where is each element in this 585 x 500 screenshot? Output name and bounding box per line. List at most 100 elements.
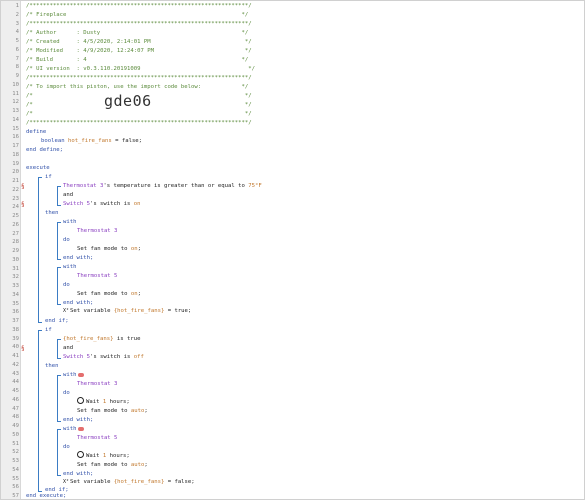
action-set-variable[interactable]: X²Set variable {hot_fire_fans} = true; — [63, 307, 580, 316]
end-with-keyword: end with; — [63, 255, 94, 261]
define-keyword: define — [26, 129, 47, 135]
line-number: 54 — [12, 466, 19, 473]
condition-text: 's switch is — [89, 354, 134, 360]
then-keyword: then — [45, 210, 59, 216]
device-switch-5: Switch 5 — [63, 201, 90, 207]
line-number: 13 — [12, 108, 19, 114]
variable-ref: {hot_fire_fans} — [113, 308, 165, 314]
if-block-bracket — [38, 177, 42, 323]
with-label: with — [63, 372, 77, 378]
line-number: 38 — [12, 326, 19, 333]
line-number: 40 — [12, 344, 19, 351]
do-keyword: do — [63, 282, 70, 288]
action-set-fan-mode[interactable]: Set fan mode to on; — [77, 290, 580, 299]
line-number: 33 — [12, 283, 19, 289]
line-number: 6 — [15, 46, 19, 53]
with-keyword[interactable]: with — [63, 263, 580, 272]
line-number: 48 — [12, 414, 19, 421]
line-number: 29 — [12, 248, 19, 254]
action-value: on — [130, 291, 138, 297]
action-value: = false; — [164, 479, 195, 485]
action-terminator: ; — [137, 291, 142, 297]
with-keyword[interactable]: with — [63, 425, 580, 434]
line-number-gutter: 1 2 3 4 5 6 7 8 9 10 11 12 13 14 15 16 17 18 19 20 21 22 23 24 2… — [1, 1, 21, 499]
condition-bracket — [57, 186, 61, 206]
device-thermostat-3: Thermostat 3 — [63, 183, 104, 189]
line-number: 17 — [12, 143, 19, 149]
device-switch-5: Switch 5 — [63, 354, 90, 360]
action-set-fan-mode[interactable]: Set fan mode to on; — [77, 245, 580, 254]
line-number: 3 — [15, 20, 19, 27]
line-number: 28 — [12, 239, 19, 246]
with-block-bracket — [57, 429, 61, 476]
line-number: 52 — [12, 449, 19, 456]
operator-and[interactable]: and — [63, 191, 580, 200]
line-number: 24 — [12, 204, 19, 211]
condition-switch[interactable]: Switch 5's switch is off — [63, 353, 580, 362]
line-number: 9 — [15, 73, 19, 79]
header-build: /* Build : 4 */ — [26, 57, 249, 63]
line-number: 27 — [12, 230, 19, 237]
line-number: 36 — [12, 309, 19, 316]
variable-declaration[interactable]: boolean hot_fire_fans = false; — [41, 137, 580, 146]
condition-value: 75°F — [248, 183, 262, 189]
line-number: 2 — [15, 11, 19, 18]
line-number: 43 — [12, 370, 19, 377]
device-thermostat-3[interactable]: Thermostat 3 — [77, 380, 580, 389]
with-block-bracket — [57, 222, 61, 260]
line-number: 25 — [12, 213, 19, 219]
clock-icon — [77, 451, 84, 458]
device-thermostat-5[interactable]: Thermostat 5 — [77, 434, 580, 443]
line-number: 44 — [12, 379, 19, 386]
variable-ref: {hot_fire_fans} — [113, 479, 165, 485]
with-keyword[interactable]: with — [63, 371, 580, 380]
condition-flag-icon: § — [21, 345, 25, 352]
device-thermostat-3[interactable]: Thermostat 3 — [77, 227, 580, 236]
do-keyword: do — [63, 390, 70, 396]
condition-switch[interactable]: Switch 5's switch is on — [63, 200, 580, 209]
line-number: 4 — [15, 29, 19, 36]
action-text: Set fan mode to — [77, 291, 131, 297]
line-number: 8 — [15, 64, 19, 71]
action-wait[interactable]: Wait 1 hours; — [77, 451, 580, 461]
end-execute-keyword: end execute; — [26, 493, 67, 499]
action-text: Wait — [86, 453, 103, 459]
condition-flag-icon: § — [21, 201, 25, 208]
header-created: /* Created : 4/5/2020, 2:14:01 PM */ — [26, 39, 252, 45]
with-keyword[interactable]: with — [63, 218, 580, 227]
line-number: 32 — [12, 274, 19, 281]
condition-temperature[interactable]: Thermostat 3's temperature is greater th… — [63, 182, 580, 191]
line-number: 14 — [12, 116, 19, 123]
do-keyword: do — [63, 444, 70, 450]
header-border: /***************************************… — [26, 75, 252, 81]
end-define-keyword: end define; — [26, 147, 64, 153]
action-value: auto — [130, 462, 145, 468]
operator-and[interactable]: and — [63, 344, 580, 353]
line-number: 11 — [12, 90, 19, 97]
condition-variable[interactable]: {hot_fire_fans} is true — [63, 335, 580, 344]
piston-code-view: 1 2 3 4 5 6 7 8 9 10 11 12 13 14 15 16 17 18 19 20 21 22 23 24 2… — [0, 0, 585, 500]
line-number: 37 — [12, 318, 19, 324]
end-with-keyword: end with; — [63, 417, 94, 423]
if-keyword[interactable]: if — [45, 173, 580, 182]
import-code[interactable]: gde06 — [104, 92, 152, 110]
action-set-fan-mode[interactable]: Set fan mode to auto; — [77, 461, 580, 470]
line-number: 49 — [12, 423, 19, 429]
condition-text: is true — [113, 336, 141, 342]
device-thermostat-5[interactable]: Thermostat 5 — [77, 272, 580, 281]
line-number: 51 — [12, 440, 19, 447]
line-number: 12 — [12, 99, 19, 106]
line-number: 55 — [12, 475, 19, 482]
action-text: Wait — [86, 399, 103, 405]
action-text: Set variable — [70, 479, 114, 485]
line-number: 7 — [15, 55, 19, 62]
line-number: 53 — [12, 458, 19, 464]
line-number: 46 — [12, 396, 19, 403]
condition-text: 's temperature is greater than or equal … — [103, 183, 249, 189]
line-number: 56 — [12, 484, 19, 491]
action-text: hours; — [106, 453, 130, 459]
action-wait[interactable]: Wait 1 hours; — [77, 397, 580, 407]
with-block-bracket — [57, 375, 61, 422]
if-keyword[interactable]: if — [45, 326, 580, 335]
action-set-fan-mode[interactable]: Set fan mode to auto; — [77, 407, 580, 416]
